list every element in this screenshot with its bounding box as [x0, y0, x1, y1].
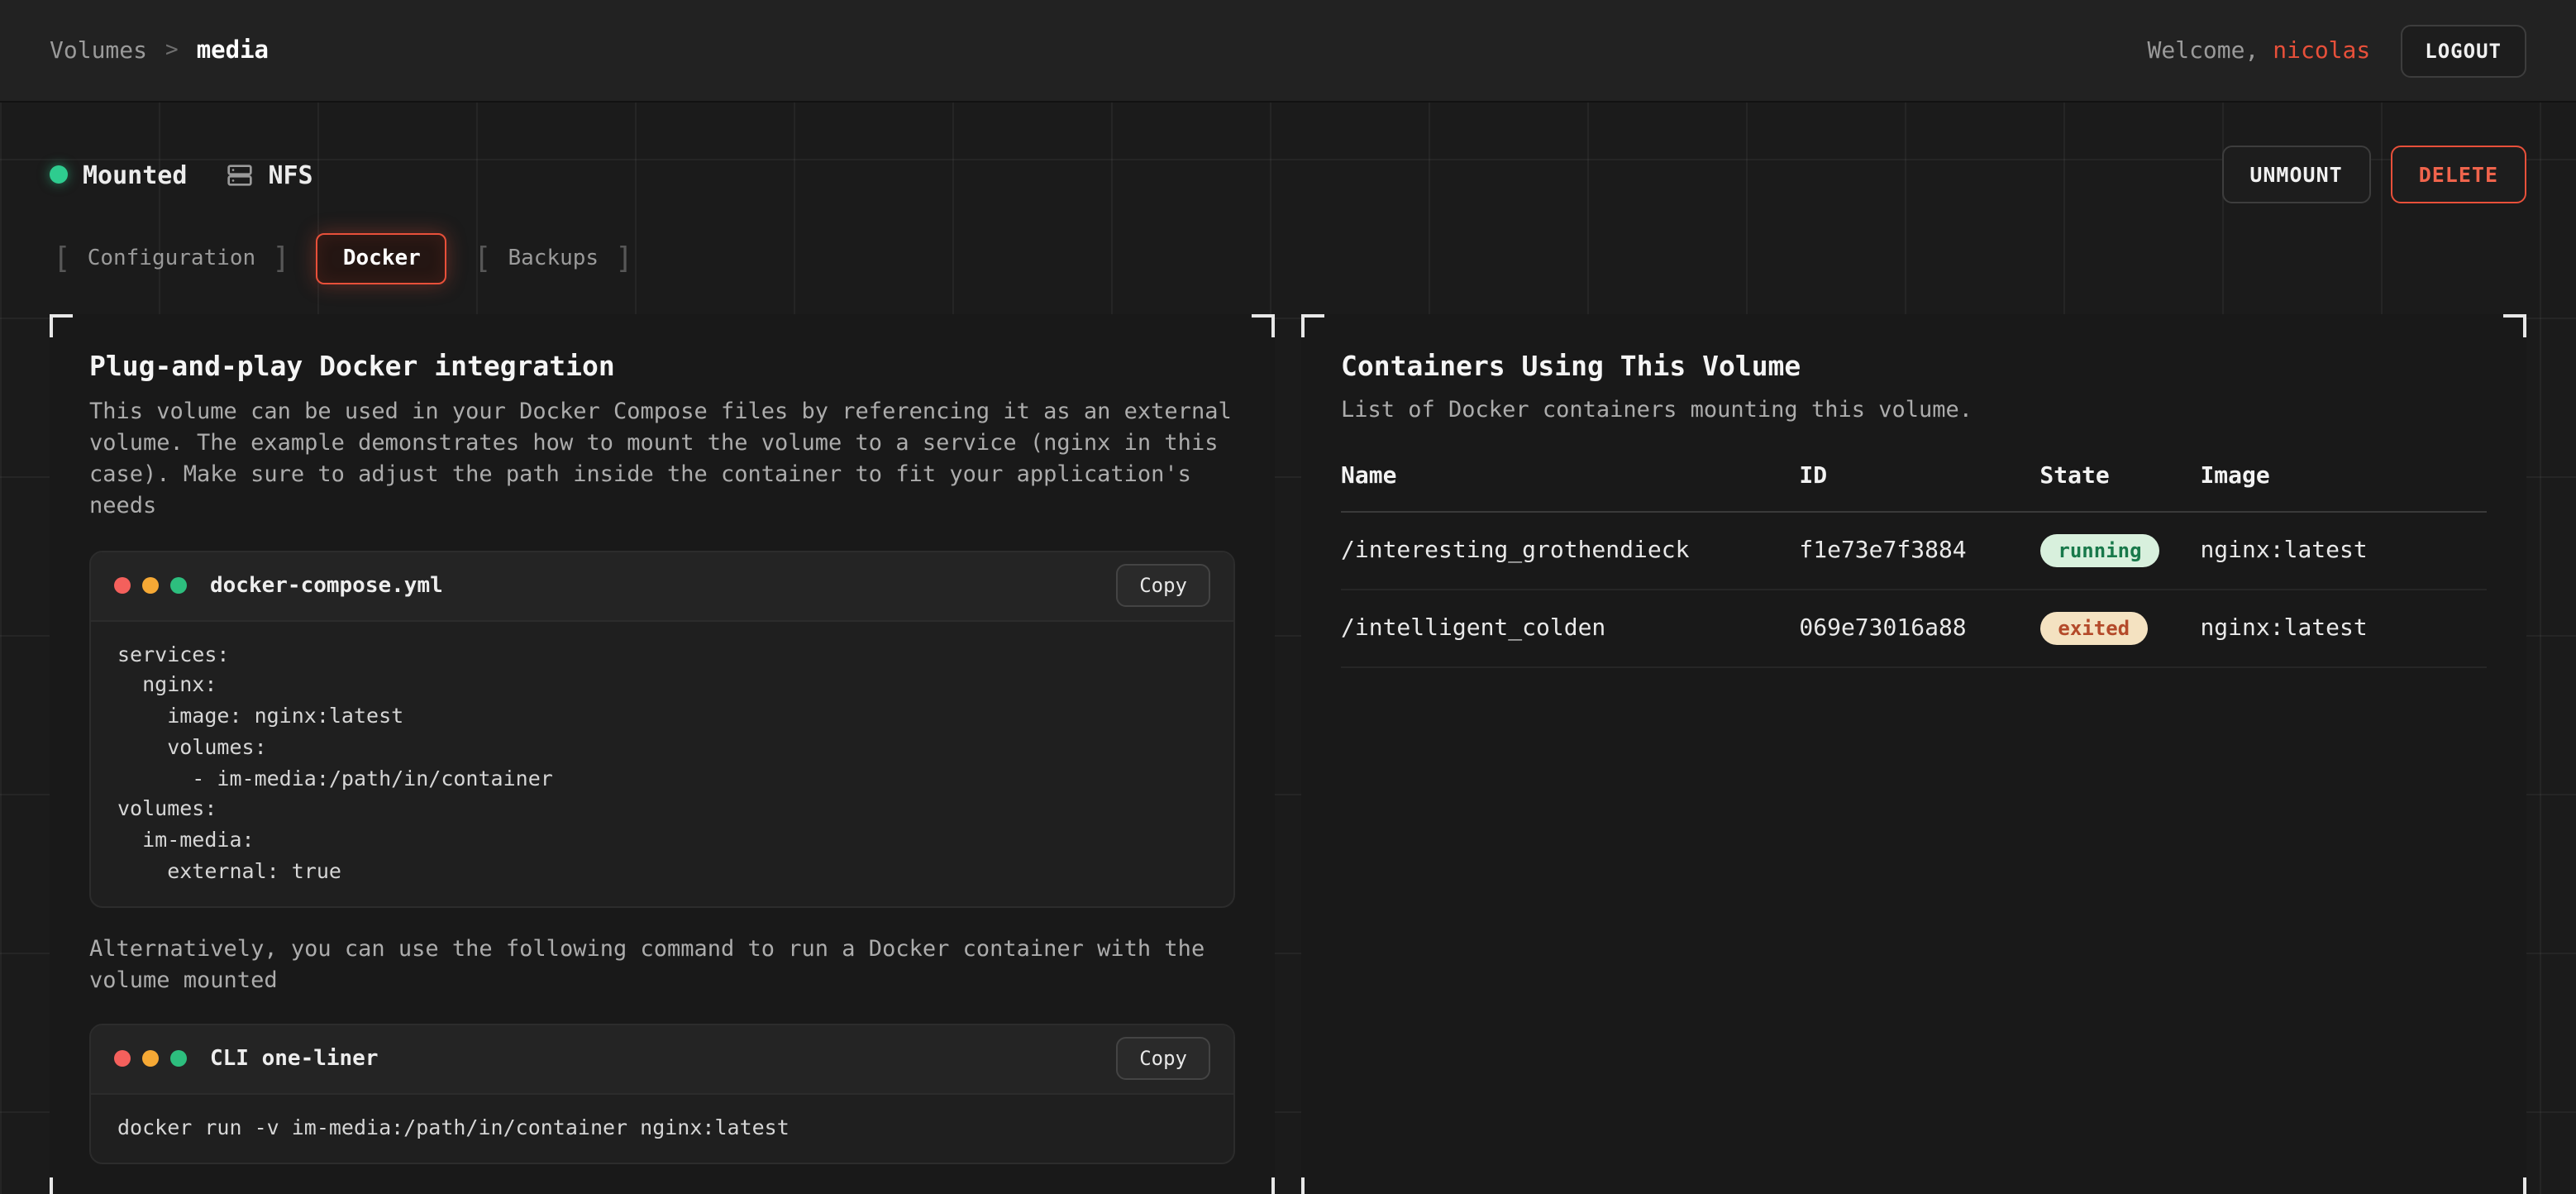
status-badge: exited: [2039, 612, 2148, 645]
cli-code-header: CLI one-liner Copy: [91, 1025, 1233, 1095]
volume-status: Mounted NFS: [50, 160, 313, 189]
compose-copy-button[interactable]: Copy: [1116, 564, 1210, 607]
column-header-id: ID: [1799, 463, 2039, 512]
panels: Plug-and-play Docker integration This vo…: [50, 314, 2526, 1194]
container-id: f1e73e7f3884: [1799, 512, 2039, 590]
panel-corner: [2503, 1177, 2526, 1194]
compose-code-header: docker-compose.yml Copy: [91, 552, 1233, 621]
container-id: 069e73016a88: [1799, 590, 2039, 667]
column-header-image: Image: [2200, 463, 2487, 512]
volume-actions: UNMOUNT DELETE: [2221, 146, 2526, 203]
driver-status: NFS: [227, 160, 312, 189]
top-bar: Volumes > media Welcome, nicolas LOGOUT: [0, 0, 2576, 103]
window-dot-yellow-icon: [142, 1051, 159, 1067]
docker-panel-title: Plug-and-play Docker integration: [89, 351, 1235, 382]
container-name: /intelligent_colden: [1341, 590, 1799, 667]
table-header-row: Name ID State Image: [1341, 463, 2487, 512]
mounted-status: Mounted: [50, 160, 187, 189]
panel-corner: [1301, 314, 1324, 337]
breadcrumb-volumes-link[interactable]: Volumes: [50, 37, 147, 64]
main-content: Mounted NFS UNMOUNT DELET: [0, 146, 2576, 1194]
panel-corner: [1301, 1177, 1324, 1194]
header-right: Welcome, nicolas LOGOUT: [2148, 24, 2527, 77]
table-row: /interesting_grothendieck f1e73e7f3884 r…: [1341, 512, 2487, 590]
cli-copy-button[interactable]: Copy: [1116, 1038, 1210, 1081]
compose-filename: docker-compose.yml: [210, 573, 443, 598]
containers-panel-subtitle: List of Docker containers mounting this …: [1341, 397, 2487, 423]
welcome-text: Welcome, nicolas: [2148, 37, 2371, 64]
table-row: /intelligent_colden 069e73016a88 exited …: [1341, 590, 2487, 667]
column-header-state: State: [2039, 463, 2200, 512]
panel-corner: [50, 1177, 73, 1194]
panel-corner: [2503, 314, 2526, 337]
tab-backups[interactable]: Backups: [470, 233, 637, 284]
panel-corner: [50, 314, 73, 337]
mounted-status-dot: [50, 165, 68, 184]
welcome-prefix: Welcome,: [2148, 37, 2259, 64]
username: nicolas: [2273, 37, 2370, 64]
cli-code: docker run -v im-media:/path/in/containe…: [91, 1095, 1233, 1163]
container-name: /interesting_grothendieck: [1341, 512, 1799, 590]
containers-table: Name ID State Image /interesting_grothen…: [1341, 463, 2487, 668]
compose-code: services: nginx: image: nginx:latest vol…: [91, 621, 1233, 905]
docker-integration-panel: Plug-and-play Docker integration This vo…: [50, 314, 1275, 1194]
page: Volumes > media Welcome, nicolas LOGOUT …: [0, 0, 2576, 1194]
containers-panel: Containers Using This Volume List of Doc…: [1301, 314, 2526, 1194]
mounted-label: Mounted: [83, 160, 187, 189]
window-dot-red-icon: [114, 1051, 131, 1067]
cli-code-card: CLI one-liner Copy docker run -v im-medi…: [89, 1024, 1235, 1164]
server-icon: [227, 161, 253, 188]
status-badge: running: [2039, 534, 2159, 567]
cli-filename: CLI one-liner: [210, 1047, 379, 1072]
docker-panel-description: This volume can be used in your Docker C…: [89, 397, 1235, 523]
tab-docker[interactable]: Docker: [317, 233, 447, 284]
panel-corner: [1252, 1177, 1275, 1194]
delete-button[interactable]: DELETE: [2391, 146, 2526, 203]
tab-bar: Configuration Docker Backups: [50, 233, 2526, 284]
chevron-right-icon: >: [165, 38, 179, 63]
compose-code-card: docker-compose.yml Copy services: nginx:…: [89, 550, 1235, 907]
breadcrumb: Volumes > media: [50, 37, 269, 64]
container-image: nginx:latest: [2200, 512, 2487, 590]
panel-corner: [1252, 314, 1275, 337]
window-dot-green-icon: [170, 577, 187, 594]
driver-label: NFS: [268, 160, 312, 189]
window-dots: [114, 1051, 187, 1067]
unmount-button[interactable]: UNMOUNT: [2221, 146, 2370, 203]
window-dot-red-icon: [114, 577, 131, 594]
window-dot-green-icon: [170, 1051, 187, 1067]
status-row: Mounted NFS UNMOUNT DELET: [50, 146, 2526, 203]
window-dots: [114, 577, 187, 594]
column-header-name: Name: [1341, 463, 1799, 512]
breadcrumb-current-volume: media: [197, 37, 269, 64]
window-dot-yellow-icon: [142, 577, 159, 594]
containers-panel-title: Containers Using This Volume: [1341, 351, 2487, 382]
container-image: nginx:latest: [2200, 590, 2487, 667]
tab-configuration[interactable]: Configuration: [50, 233, 293, 284]
logout-button[interactable]: LOGOUT: [2400, 24, 2526, 77]
cli-intro-text: Alternatively, you can use the following…: [89, 934, 1235, 997]
